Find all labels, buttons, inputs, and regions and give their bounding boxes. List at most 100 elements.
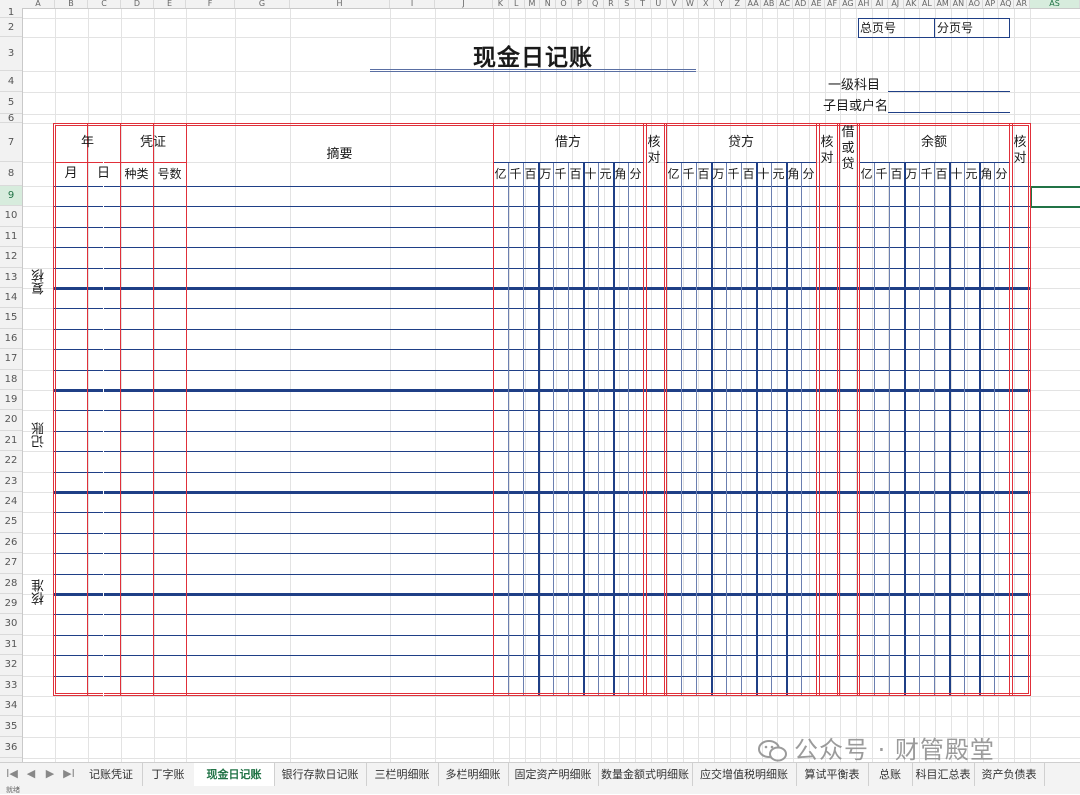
sheet-tab[interactable]: 资产负债表 [974,763,1045,786]
column-header-cell[interactable]: AR [1014,0,1030,8]
row-header-cell[interactable]: 4 [0,71,22,92]
row-header-cell[interactable]: 28 [0,574,22,594]
column-header-cell[interactable]: I [390,0,435,8]
row-header-cell[interactable]: 33 [0,676,22,696]
column-header-cell[interactable]: W [683,0,699,8]
row-header-cell[interactable]: 24 [0,492,22,513]
sheet-tab[interactable]: 数量金额式明细账 [598,763,693,786]
column-header-cell[interactable]: D [121,0,154,8]
sheet-tab[interactable]: 应交增值税明细账 [692,763,797,786]
column-header-cell[interactable]: C [88,0,121,8]
column-header-cell[interactable]: AN [951,0,967,8]
sheet-tab[interactable]: 三栏明细账 [366,763,439,786]
row-header-cell[interactable]: 10 [0,206,22,227]
column-header-cell[interactable]: AA [746,0,762,8]
row-header-cell[interactable]: 14 [0,288,22,309]
row-header-cell[interactable]: 31 [0,635,22,656]
row-header-cell[interactable]: 29 [0,594,22,615]
row-header-cell[interactable]: 34 [0,696,22,716]
column-header-cell[interactable]: AS [1030,0,1080,8]
row-header-cell[interactable]: 16 [0,329,22,350]
column-header-cell[interactable]: AD [793,0,809,8]
row-header-cell[interactable]: 25 [0,512,22,533]
row-header-cell[interactable]: 36 [0,737,22,758]
sheet-tab[interactable]: 科目汇总表 [912,763,975,786]
column-header-cell[interactable]: P [572,0,588,8]
column-header-cell[interactable]: V [667,0,683,8]
column-header-cell[interactable]: O [556,0,572,8]
column-header-cell[interactable]: AG [840,0,857,8]
row-header-cell[interactable]: 1 [0,8,22,18]
column-header-cell[interactable]: AJ [888,0,904,8]
column-header-cell[interactable]: S [619,0,636,8]
column-header-cell[interactable]: N [540,0,557,8]
row-header-cell[interactable]: 15 [0,308,22,329]
column-header-cell[interactable]: AI [872,0,888,8]
column-header-cell[interactable]: G [235,0,290,8]
row-header-cell[interactable]: 27 [0,553,22,574]
sheet-tab[interactable]: 多栏明细账 [438,763,509,786]
column-header-cell[interactable]: AE [809,0,825,8]
column-header-cell[interactable]: AK [904,0,920,8]
row-header-cell[interactable]: 18 [0,370,22,390]
row-header-cell[interactable]: 26 [0,533,22,554]
row-header-cell[interactable]: 23 [0,472,22,492]
selected-cell[interactable] [1030,186,1080,208]
column-header-cell[interactable]: R [604,0,620,8]
row-header-cell[interactable]: 19 [0,390,22,411]
column-header-cell[interactable]: E [154,0,186,8]
column-header-cell[interactable]: AC [777,0,794,8]
column-header-cell[interactable]: K [493,0,509,8]
row-header-cell[interactable]: 20 [0,410,22,431]
column-header-cell[interactable]: B [55,0,88,8]
next-sheet-icon[interactable]: ▶ [42,767,58,780]
sheet-tab[interactable]: 总账 [868,763,913,786]
column-header[interactable]: A B C D E F G H I J K L M N O P Q R S T U V W X Y Z AA AB AC AD AE AF AG… [0,0,1080,9]
column-header-cell[interactable]: AL [919,0,936,8]
column-header-cell[interactable]: Q [588,0,604,8]
column-header-cell[interactable]: AO [967,0,983,8]
sheet-tab[interactable]: 算试平衡表 [796,763,869,786]
row-header-cell[interactable]: 11 [0,227,22,248]
column-header-cell[interactable]: A [22,0,55,8]
column-header-cell[interactable]: H [290,0,390,8]
row-header-cell[interactable]: 35 [0,716,22,737]
column-header-cell[interactable]: T [635,0,651,8]
sheet-tab[interactable]: 丁字账 [142,763,195,786]
column-header-cell[interactable]: AB [762,0,778,8]
row-header-cell[interactable]: 13 [0,268,22,288]
row-header-cell[interactable]: 6 [0,114,22,124]
row-header-cell[interactable]: 22 [0,451,22,472]
column-header-cell[interactable]: J [435,0,493,8]
column-header-cell[interactable]: AP [983,0,999,8]
first-sheet-icon[interactable]: I◀ [4,767,20,780]
column-header-cell[interactable]: AH [856,0,873,8]
spreadsheet-area[interactable]: A B C D E F G H I J K L M N O P Q R S T U V W X Y Z AA AB AC AD AE AF AG… [0,0,1080,762]
row-header-cell[interactable]: 17 [0,349,22,370]
row-header-cell[interactable]: 7 [0,123,22,162]
sheet-tab[interactable]: 现金日记账 [194,763,275,788]
row-header-cell[interactable]: 9 [0,186,22,207]
column-header-cell[interactable]: F [186,0,235,8]
row-header-cell[interactable]: 21 [0,431,22,452]
column-header-cell[interactable]: M [525,0,541,8]
row-header-cell[interactable]: 32 [0,655,22,676]
row-header-cell[interactable]: 30 [0,614,22,635]
row-header[interactable]: 1 2 3 4 5 6 7 8 9 10 11 12 13 14 15 16 17 18 19 20 21 22 23 24 2… [0,8,23,762]
column-header-cell[interactable]: Y [714,0,730,8]
column-header-cell[interactable]: AQ [998,0,1015,8]
column-header-cell[interactable]: U [651,0,667,8]
column-header-cell[interactable]: L [509,0,525,8]
row-header-cell[interactable]: 5 [0,92,22,114]
row-header-cell[interactable]: 3 [0,37,22,71]
row-header-cell[interactable]: 8 [0,162,22,186]
sheet-tab[interactable]: 银行存款日记账 [274,763,367,786]
prev-sheet-icon[interactable]: ◀ [23,767,39,780]
row-header-cell[interactable]: 2 [0,18,22,37]
column-header-cell[interactable]: AM [935,0,952,8]
sheet-tab[interactable]: 记账凭证 [80,763,143,786]
last-sheet-icon[interactable]: ▶I [61,767,77,780]
sheet-tab[interactable]: 固定资产明细账 [508,763,599,786]
row-header-cell[interactable]: 12 [0,247,22,268]
column-header-cell[interactable]: AF [825,0,841,8]
